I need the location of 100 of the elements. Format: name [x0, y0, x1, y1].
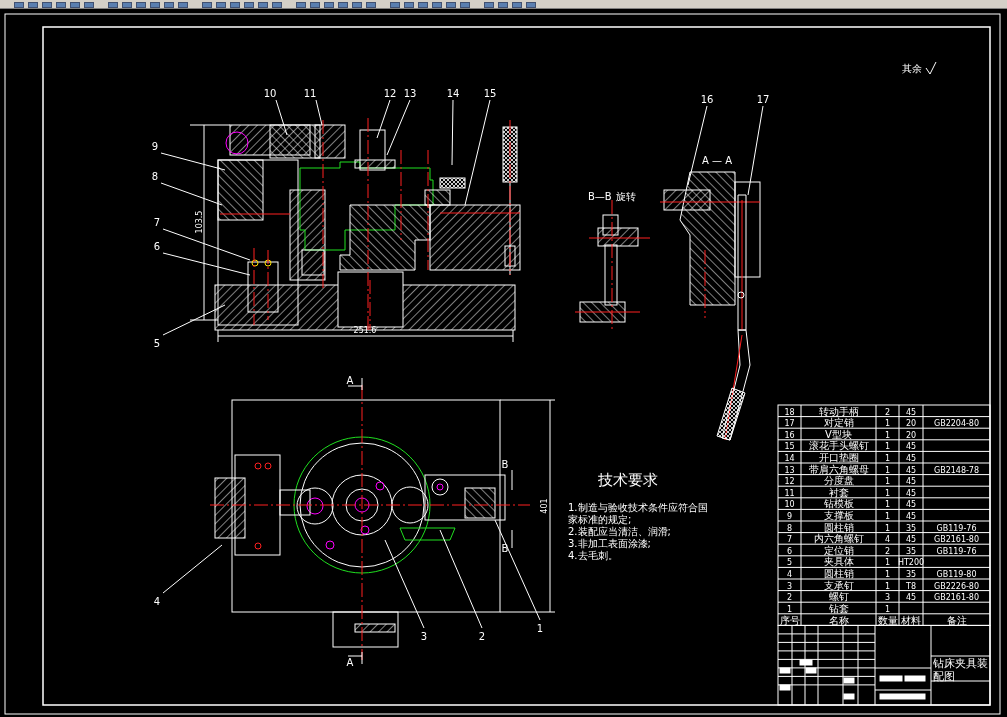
table-cell: 转动手柄	[818, 405, 859, 417]
table-cell: GB2148-78	[933, 465, 980, 475]
column-header: 数量	[877, 614, 898, 626]
table-cell: 11	[784, 488, 795, 498]
column-header: 备注	[946, 614, 967, 626]
balloon-number: 17	[756, 94, 770, 105]
table-cell: 8	[786, 523, 793, 533]
table-cell: 1	[884, 453, 891, 463]
requirement-text: 2.装配应当清洁、润滑;	[568, 526, 671, 537]
balloon-number: 13	[403, 88, 417, 99]
balloon-number: 3	[420, 631, 428, 642]
table-cell: 支撑板	[823, 509, 854, 521]
table-cell: 45	[905, 500, 917, 510]
table-cell: 4	[786, 569, 793, 579]
balloon-number: 6	[153, 241, 161, 252]
balloon-number: 11	[303, 88, 317, 99]
table-cell: 对定销	[823, 417, 854, 429]
section-label: B	[501, 459, 509, 470]
table-cell: 5	[786, 558, 793, 568]
table-cell: 衬套	[828, 486, 849, 498]
dimension-value: 401	[540, 498, 549, 514]
column-header: 材料	[901, 614, 921, 626]
table-cell: 1	[884, 581, 891, 591]
table-cell: 45	[905, 593, 917, 603]
table-cell: 9	[786, 511, 793, 521]
leader-line	[451, 99, 454, 166]
column-header: 名称	[828, 614, 849, 626]
table-cell: GB2161-80	[933, 593, 980, 603]
table-cell: 螺钉	[828, 591, 849, 603]
section-label: A	[346, 375, 354, 386]
table-cell: 45	[905, 442, 917, 452]
balloon-number: 16	[700, 94, 714, 105]
view-title: A — A	[702, 155, 732, 166]
table-cell: 45	[905, 453, 917, 463]
table-cell: 1	[884, 604, 891, 614]
table-cell: 45	[905, 477, 917, 487]
table-cell: 1	[786, 604, 793, 614]
balloon-number: 1	[536, 623, 544, 634]
table-cell: V型块	[825, 428, 852, 440]
table-cell: 2	[884, 407, 891, 417]
table-cell: 圆柱销	[823, 521, 854, 533]
section-label: A	[346, 657, 354, 668]
table-cell: 内六角螺钉	[813, 533, 864, 545]
table-cell: GB2226-80	[933, 581, 980, 591]
requirement-text: 1.制造与验收技术条件应符合国家标准的规定;	[568, 502, 708, 525]
table-cell: 1	[884, 442, 891, 452]
table-cell: 分度盘	[823, 475, 854, 487]
surface-finish-note: 其余	[902, 63, 922, 74]
balloon-number: 10	[263, 88, 277, 99]
table-cell: 17	[784, 419, 795, 429]
table-cell: 1	[884, 558, 891, 568]
dimension-value: 251.6	[353, 326, 377, 335]
table-cell: 20	[905, 419, 917, 429]
view-title: B—B	[588, 191, 612, 202]
table-cell: 45	[905, 407, 917, 417]
table-cell: T8	[906, 581, 916, 591]
table-cell: 12	[784, 477, 795, 487]
table-cell: 7	[786, 535, 793, 545]
table-cell: 1	[884, 500, 891, 510]
table-cell: GB119-76	[936, 523, 977, 533]
table-cell: 14	[784, 453, 795, 463]
table-cell: 支承钉	[823, 579, 854, 591]
table-cell: 滚花手头螺钉	[808, 440, 869, 452]
balloon-number: 4	[153, 596, 161, 607]
table-cell: 45	[905, 535, 917, 545]
table-cell: GB119-80	[936, 569, 977, 579]
table-cell: 3	[884, 593, 891, 603]
table-cell: 钻模板	[823, 498, 854, 510]
table-cell: 1	[884, 488, 891, 498]
table-cell: 1	[884, 569, 891, 579]
table-cell: 1	[884, 430, 891, 440]
table-cell: 4	[884, 535, 891, 545]
column-header: 序号	[779, 614, 800, 626]
table-cell: 35	[905, 569, 917, 579]
table-cell: 13	[784, 465, 795, 475]
balloon-number: 2	[478, 631, 486, 642]
table-cell: 45	[905, 511, 917, 521]
table-cell: 3	[786, 581, 793, 591]
balloon-number: 15	[483, 88, 497, 99]
table-cell: 45	[905, 488, 917, 498]
table-cell: 定位销	[823, 544, 854, 556]
table-cell: 钻套	[828, 602, 849, 614]
balloon-number: 9	[151, 141, 159, 152]
table-cell: 35	[905, 546, 917, 556]
table-cell: 16	[784, 430, 795, 440]
table-cell: 45	[905, 465, 917, 475]
balloon-number: 14	[446, 88, 460, 99]
table-cell: 6	[786, 546, 793, 556]
drawing-title: 钻床夹具装配图	[933, 657, 988, 683]
balloon-number: 8	[151, 171, 159, 182]
table-cell: 35	[905, 523, 917, 533]
requirement-text: 4.去毛刺。	[568, 550, 618, 561]
table-cell: GB119-76	[936, 546, 977, 556]
view-note: 旋转	[616, 191, 636, 202]
table-cell: GB2204-80	[933, 419, 980, 429]
section-label: B	[501, 543, 509, 554]
table-cell: 1	[884, 477, 891, 487]
table-cell: 2	[786, 593, 793, 603]
table-cell: 夹具体	[823, 556, 854, 568]
table-cell: 1	[884, 419, 891, 429]
